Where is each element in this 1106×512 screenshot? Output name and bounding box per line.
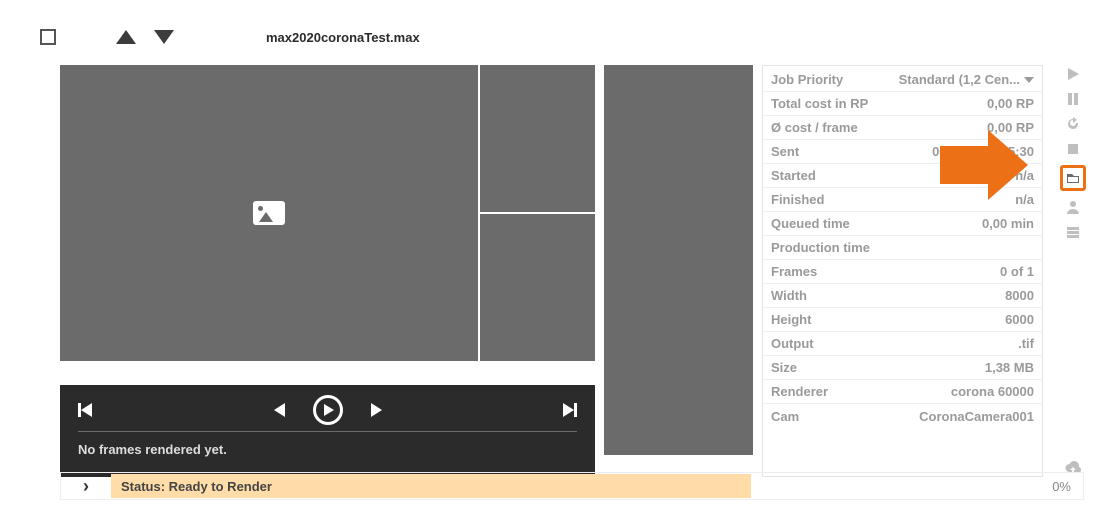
- info-row-priority: Job Priority Standard (1,2 Cen...: [763, 68, 1042, 92]
- info-row: Width 8000: [763, 284, 1042, 308]
- play-button[interactable]: [313, 395, 343, 425]
- start-button[interactable]: [1064, 65, 1082, 83]
- info-row: Finished n/a: [763, 188, 1042, 212]
- info-label: Output: [771, 336, 814, 351]
- info-value: CoronaCamera001: [919, 409, 1034, 424]
- info-row: Queued time 0,00 min: [763, 212, 1042, 236]
- info-row: Output .tif: [763, 332, 1042, 356]
- last-frame-button[interactable]: [563, 403, 577, 417]
- preview-column: No frames rendered yet.: [60, 65, 595, 477]
- info-value: .tif: [1018, 336, 1034, 351]
- info-label: Renderer: [771, 384, 828, 399]
- info-row: Height 6000: [763, 308, 1042, 332]
- info-value: 06.04.2020 15:30: [932, 144, 1034, 159]
- info-label: Frames: [771, 264, 817, 279]
- info-row: Cam CoronaCamera001: [763, 404, 1042, 428]
- sort-down-icon[interactable]: [154, 30, 174, 44]
- info-row: Started n/a: [763, 164, 1042, 188]
- info-label: Ø cost / frame: [771, 120, 858, 135]
- select-checkbox[interactable]: [40, 29, 56, 45]
- stack-button[interactable]: [1064, 223, 1082, 241]
- info-label: Sent: [771, 144, 799, 159]
- open-output-button[interactable]: [1060, 165, 1086, 191]
- job-toolbar: [1062, 65, 1084, 478]
- preview-tile-b[interactable]: [480, 214, 595, 361]
- prev-frame-button[interactable]: [274, 403, 285, 417]
- info-label: Total cost in RP: [771, 96, 868, 111]
- next-frame-button[interactable]: [371, 403, 382, 417]
- preview-tile-a[interactable]: [480, 65, 595, 212]
- preview-message: No frames rendered yet.: [60, 434, 595, 465]
- info-label: Finished: [771, 192, 824, 207]
- info-label: Production time: [771, 240, 870, 255]
- info-label: Started: [771, 168, 816, 183]
- file-name: max2020coronaTest.max: [266, 30, 420, 45]
- info-row: Frames 0 of 1: [763, 260, 1042, 284]
- user-button[interactable]: [1064, 198, 1082, 216]
- info-value: n/a: [1015, 192, 1034, 207]
- sort-up-icon[interactable]: [116, 30, 136, 44]
- status-bar: › Status: Ready to Render 0%: [60, 472, 1084, 500]
- info-value: corona 60000: [951, 384, 1034, 399]
- info-row: Size 1,38 MB: [763, 356, 1042, 380]
- info-row: Total cost in RP 0,00 RP: [763, 92, 1042, 116]
- image-placeholder-icon: [253, 201, 285, 225]
- preview-main[interactable]: [60, 65, 478, 361]
- chevron-down-icon: [1024, 77, 1034, 83]
- status-percent: 0%: [1052, 479, 1083, 494]
- priority-dropdown[interactable]: Standard (1,2 Cen...: [899, 72, 1034, 87]
- info-label: Width: [771, 288, 807, 303]
- info-label: Queued time: [771, 216, 850, 231]
- job-info-panel: Job Priority Standard (1,2 Cen... Total …: [762, 65, 1043, 477]
- info-value: 8000: [1005, 288, 1034, 303]
- info-value: 1,38 MB: [985, 360, 1034, 375]
- stop-button[interactable]: [1064, 140, 1082, 158]
- info-value: 0,00 RP: [987, 96, 1034, 111]
- info-row: Production time: [763, 236, 1042, 260]
- info-row: Renderer corona 60000: [763, 380, 1042, 404]
- playbar: No frames rendered yet.: [60, 385, 595, 477]
- info-value: 0 of 1: [1000, 264, 1034, 279]
- expand-status-button[interactable]: ›: [61, 476, 111, 497]
- info-value: 0,00 RP: [987, 120, 1034, 135]
- info-value: n/a: [1015, 168, 1034, 183]
- pause-button[interactable]: [1064, 90, 1082, 108]
- first-frame-button[interactable]: [78, 403, 92, 417]
- info-row: Sent 06.04.2020 15:30: [763, 140, 1042, 164]
- secondary-pane[interactable]: [604, 65, 753, 455]
- info-label: Height: [771, 312, 811, 327]
- restart-button[interactable]: [1064, 115, 1082, 133]
- info-label: Size: [771, 360, 797, 375]
- status-label: Status: Ready to Render: [111, 474, 751, 498]
- info-value: 6000: [1005, 312, 1034, 327]
- info-label: Cam: [771, 409, 799, 424]
- info-value: 0,00 min: [982, 216, 1034, 231]
- info-row: Ø cost / frame 0,00 RP: [763, 116, 1042, 140]
- info-label: Job Priority: [771, 72, 843, 87]
